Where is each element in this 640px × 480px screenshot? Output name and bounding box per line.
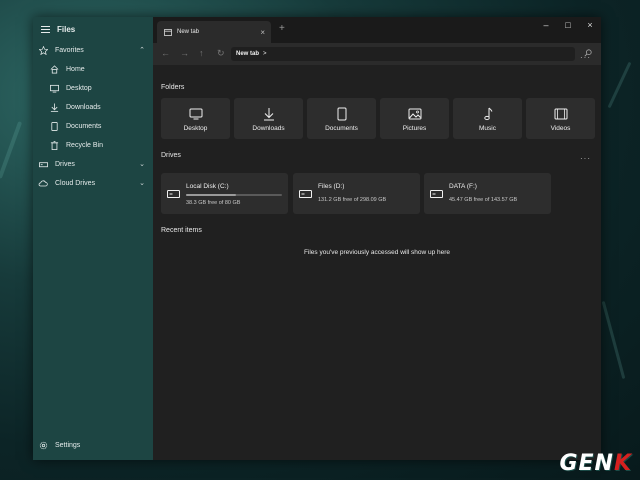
- video-icon: [554, 106, 568, 122]
- tab-bar: New tab × + – □ ×: [153, 17, 601, 43]
- logo-text: GEN: [559, 451, 614, 476]
- close-tab-icon[interactable]: ×: [260, 28, 265, 37]
- drive-free-space: 131.2 GB free of 298.09 GB: [318, 197, 387, 203]
- background-decoration: [607, 61, 632, 109]
- picture-icon: [408, 106, 422, 122]
- close-window-button[interactable]: ×: [581, 20, 599, 30]
- folder-card-downloads[interactable]: Downloads: [234, 98, 303, 139]
- maximize-button[interactable]: □: [559, 20, 577, 30]
- sidebar-item-label: Cloud Drives: [55, 179, 96, 187]
- sidebar-item-desktop[interactable]: Desktop: [33, 79, 153, 97]
- drive-usage-fill: [186, 194, 236, 196]
- drive-icon: [299, 190, 312, 200]
- desktop-icon: [48, 82, 60, 94]
- up-arrow-icon[interactable]: ↑: [199, 48, 204, 58]
- logo-accent: K: [613, 451, 632, 476]
- background-decoration: [601, 300, 626, 380]
- drive-icon: [167, 190, 180, 200]
- folder-card-pictures[interactable]: Pictures: [380, 98, 449, 139]
- drive-name: DATA (F:): [449, 183, 477, 190]
- home-icon: [48, 63, 60, 75]
- sidebar-item-label: Favorites: [55, 46, 84, 54]
- drive-icon: [37, 158, 49, 170]
- more-options-icon[interactable]: ···: [580, 154, 591, 163]
- chevron-down-icon[interactable]: ⌄: [139, 160, 145, 168]
- drive-name: Local Disk (C:): [186, 183, 229, 190]
- folder-card-videos[interactable]: Videos: [526, 98, 595, 139]
- gear-icon: [37, 439, 49, 451]
- tab-icon: [164, 28, 172, 36]
- sidebar-item-label: Documents: [66, 122, 102, 130]
- download-icon: [263, 106, 275, 122]
- sidebar-item-favorites[interactable]: Favorites ⌃: [33, 41, 153, 59]
- drives-heading: Drives: [161, 152, 181, 159]
- folder-label: Downloads: [252, 124, 285, 132]
- sidebar-item-recycle-bin[interactable]: Recycle Bin: [33, 136, 153, 154]
- forward-arrow-icon[interactable]: →: [180, 48, 189, 58]
- app-title: Files: [57, 24, 76, 34]
- sidebar-item-label: Recycle Bin: [66, 141, 103, 149]
- sidebar-item-label: Home: [66, 65, 85, 73]
- sidebar-item-drives[interactable]: Drives ⌄: [33, 155, 153, 173]
- breadcrumb[interactable]: New tab: [236, 51, 259, 57]
- genk-logo: GENK: [559, 451, 632, 476]
- drive-icon: [430, 190, 443, 200]
- hamburger-menu-icon[interactable]: [39, 23, 51, 35]
- address-bar[interactable]: New tab >: [231, 47, 575, 61]
- drive-card[interactable]: Local Disk (C:) 38.3 GB free of 80 GB: [161, 173, 288, 214]
- music-icon: [483, 106, 493, 122]
- drive-name: Files (D:): [318, 183, 345, 190]
- tab-label: New tab: [177, 29, 200, 35]
- folder-label: Desktop: [183, 124, 208, 132]
- back-arrow-icon[interactable]: ←: [161, 48, 170, 58]
- folder-card-music[interactable]: Music: [453, 98, 522, 139]
- download-icon: [48, 101, 60, 113]
- folder-label: Music: [479, 124, 496, 132]
- folder-card-desktop[interactable]: Desktop: [161, 98, 230, 139]
- drive-usage-bar: [186, 194, 282, 196]
- drive-card[interactable]: Files (D:) 131.2 GB free of 298.09 GB: [293, 173, 420, 214]
- document-icon: [337, 106, 347, 122]
- drive-free-space: 38.3 GB free of 80 GB: [186, 200, 241, 206]
- sidebar-item-downloads[interactable]: Downloads: [33, 98, 153, 116]
- sidebar-item-home[interactable]: Home: [33, 60, 153, 78]
- files-window: Files Favorites ⌃ Home Desktop Downloads…: [33, 17, 601, 460]
- document-icon: [48, 120, 60, 132]
- folder-label: Documents: [325, 124, 358, 132]
- sidebar: Files Favorites ⌃ Home Desktop Downloads…: [33, 17, 153, 460]
- navigation-bar: ← → ↑ ↻ New tab >: [153, 43, 601, 65]
- minimize-button[interactable]: –: [537, 20, 555, 30]
- drive-card[interactable]: DATA (F:) 45.47 GB free of 143.57 GB: [424, 173, 551, 214]
- chevron-up-icon[interactable]: ⌃: [139, 46, 145, 54]
- chevron-down-icon[interactable]: ⌄: [139, 179, 145, 187]
- background-decoration: [0, 121, 23, 179]
- desktop-icon: [189, 106, 203, 122]
- sidebar-item-label: Desktop: [66, 84, 92, 92]
- folder-label: Pictures: [402, 124, 427, 132]
- recent-items-heading: Recent items: [161, 227, 202, 234]
- settings-label: Settings: [55, 441, 81, 449]
- sidebar-item-cloud-drives[interactable]: Cloud Drives ⌄: [33, 174, 153, 192]
- sidebar-item-label: Downloads: [66, 103, 101, 111]
- folder-label: Videos: [550, 124, 571, 132]
- settings-button[interactable]: Settings: [33, 436, 153, 454]
- refresh-icon[interactable]: ↻: [217, 48, 225, 59]
- recycle-bin-icon: [48, 139, 60, 151]
- cloud-icon: [37, 177, 49, 189]
- add-tab-button[interactable]: +: [279, 23, 285, 34]
- more-options-icon[interactable]: ···: [580, 53, 591, 62]
- breadcrumb-separator: >: [263, 51, 267, 57]
- tab-new-tab[interactable]: New tab ×: [157, 21, 271, 43]
- app-header: Files: [33, 20, 153, 38]
- main-panel: New tab × + – □ × ← → ↑ ↻ New tab > ··· …: [153, 17, 601, 460]
- sidebar-item-label: Drives: [55, 160, 75, 168]
- folder-card-documents[interactable]: Documents: [307, 98, 376, 139]
- sidebar-item-documents[interactable]: Documents: [33, 117, 153, 135]
- recent-items-empty-message: Files you've previously accessed will sh…: [303, 249, 451, 256]
- drive-free-space: 45.47 GB free of 143.57 GB: [449, 197, 518, 203]
- star-icon: [37, 44, 49, 56]
- folders-heading: Folders: [161, 84, 185, 91]
